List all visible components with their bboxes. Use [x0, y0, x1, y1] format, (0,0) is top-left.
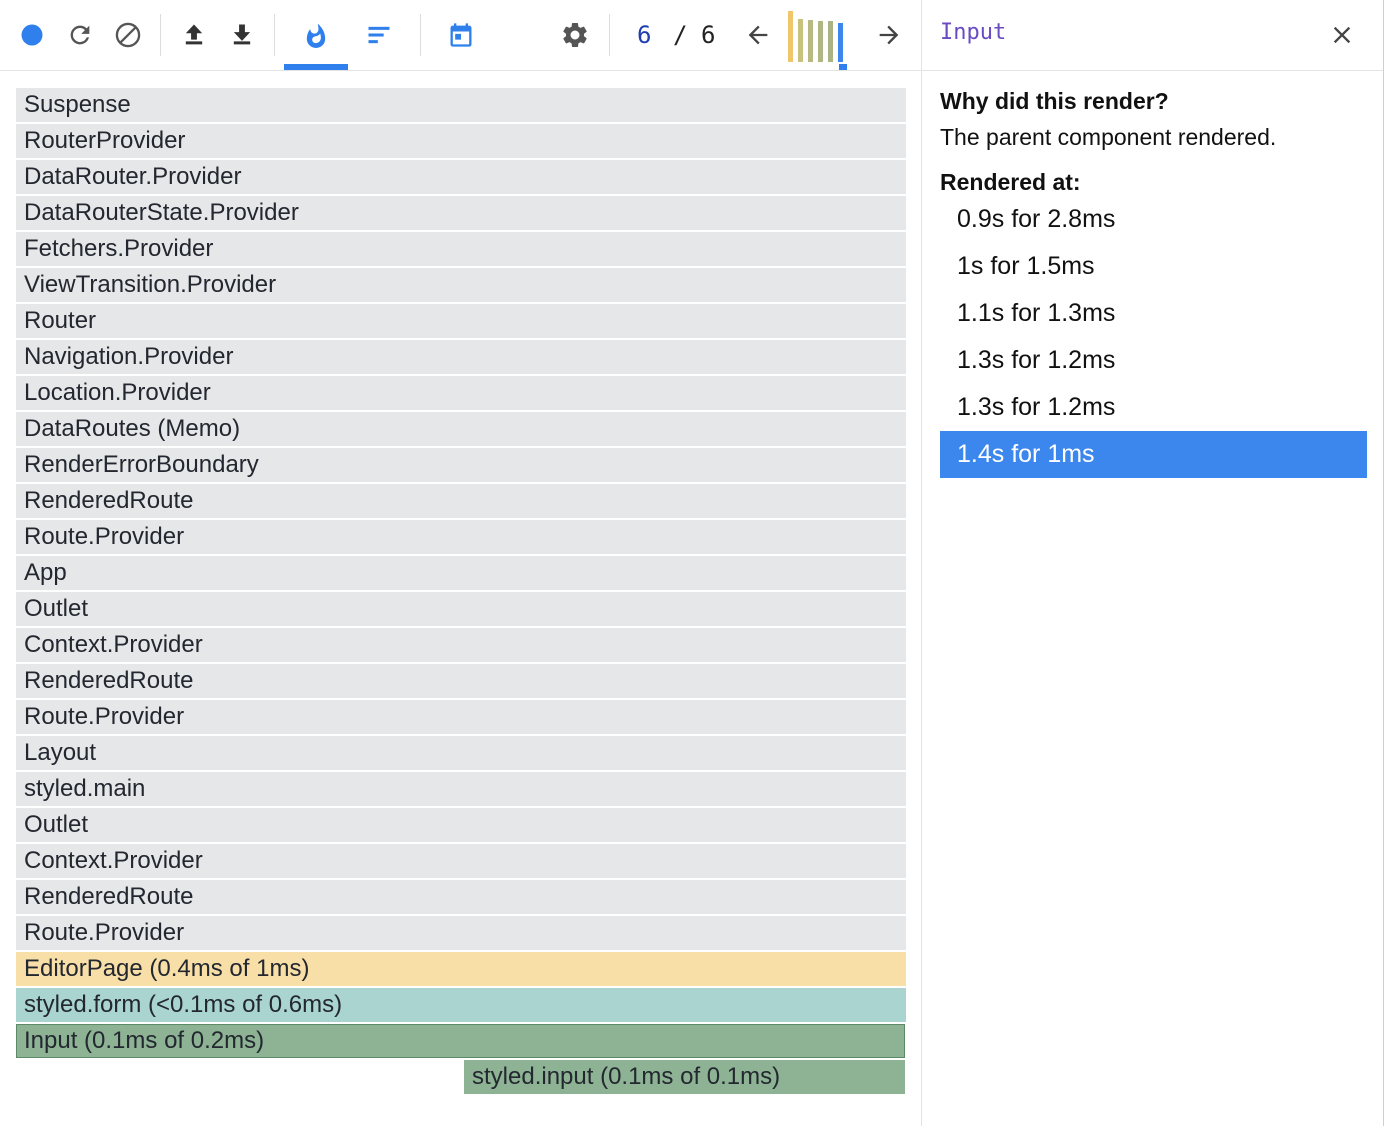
close-details-button[interactable]	[1322, 15, 1362, 55]
timeline-tab-icon	[450, 23, 472, 47]
rendered-at-heading: Rendered at:	[940, 169, 1081, 195]
flamegraph-node[interactable]: DataRoutes (Memo)	[16, 412, 906, 446]
render-commit-item[interactable]: 1.3s for 1.2ms	[940, 384, 1367, 431]
commit-current-index: 6	[637, 21, 652, 49]
flamegraph-node[interactable]: RouterProvider	[16, 124, 906, 158]
toolbar-separator	[160, 14, 161, 56]
render-commit-item[interactable]: 0.9s for 2.8ms	[940, 196, 1367, 243]
commit-bar[interactable]	[788, 11, 793, 62]
flamegraph-node[interactable]: Context.Provider	[16, 628, 906, 662]
render-commit-item[interactable]: 1.3s for 1.2ms	[940, 337, 1367, 384]
clear-profile-button[interactable]	[107, 14, 149, 56]
flamegraph-node[interactable]: Input (0.1ms of 0.2ms)	[16, 1024, 905, 1058]
selected-commit-indicator	[839, 64, 847, 70]
reload-and-profile-icon	[70, 25, 90, 45]
render-commit-item[interactable]: 1.1s for 1.3ms	[940, 290, 1367, 337]
flamegraph-node[interactable]: Route.Provider	[16, 700, 906, 734]
selected-component-name: Input	[940, 20, 1007, 45]
flamegraph-node[interactable]: styled.form (<0.1ms of 0.6ms)	[16, 988, 906, 1022]
why-render-reason: The parent component rendered.	[940, 124, 1277, 150]
clear-icon	[115, 22, 141, 48]
reload-and-profile-button[interactable]	[59, 14, 101, 56]
flamegraph-node[interactable]: Suspense	[16, 88, 906, 122]
previous-commit-button[interactable]	[737, 14, 779, 56]
ranked-tab-icon	[368, 26, 390, 44]
commit-selector[interactable]	[788, 8, 850, 62]
flamegraph-node[interactable]: RenderErrorBoundary	[16, 448, 906, 482]
toolbar-separator	[420, 14, 421, 56]
flamegraph-node[interactable]: Layout	[16, 736, 906, 770]
flamegraph-tab-icon	[306, 23, 326, 48]
toolbar-separator	[274, 14, 275, 56]
previous-commit-icon	[748, 25, 768, 45]
close-icon	[1333, 26, 1351, 44]
render-commit-item[interactable]: 1s for 1.5ms	[940, 243, 1367, 290]
flamegraph-node[interactable]: Route.Provider	[16, 520, 906, 554]
record-button[interactable]	[11, 14, 53, 56]
tab-timeline[interactable]	[440, 14, 482, 56]
commit-total: 6	[701, 21, 716, 49]
flamegraph-node[interactable]: DataRouter.Provider	[16, 160, 906, 194]
flamegraph-chart: Suspense RouterProvider DataRouter.Provide…	[16, 88, 906, 1098]
save-profile-icon	[233, 24, 251, 45]
flamegraph-node[interactable]: Fetchers.Provider	[16, 232, 906, 266]
flamegraph-node[interactable]: Outlet	[16, 808, 906, 842]
flamegraph-node[interactable]: styled.main	[16, 772, 906, 806]
flamegraph-node[interactable]: Route.Provider	[16, 916, 906, 950]
component-details-panel: Input Why did this render? The parent co…	[921, 0, 1384, 1126]
flamegraph-node[interactable]: EditorPage (0.4ms of 1ms)	[16, 952, 906, 986]
settings-button[interactable]	[554, 14, 596, 56]
flamegraph-node[interactable]: Location.Provider	[16, 376, 906, 410]
toolbar-separator	[609, 14, 610, 56]
tab-ranked[interactable]	[358, 14, 400, 56]
load-profile-icon	[185, 24, 203, 45]
active-tab-indicator	[284, 64, 348, 70]
why-render-heading: Why did this render?	[940, 88, 1169, 114]
tab-flamegraph[interactable]	[295, 14, 337, 56]
flamegraph-node[interactable]: DataRouterState.Provider	[16, 196, 906, 230]
commit-bar[interactable]	[818, 21, 823, 62]
flamegraph-node[interactable]: RenderedRoute	[16, 484, 906, 518]
next-commit-icon	[879, 25, 899, 45]
flamegraph-node[interactable]: Context.Provider	[16, 844, 906, 878]
flamegraph-node[interactable]: RenderedRoute	[16, 664, 906, 698]
next-commit-button[interactable]	[868, 14, 910, 56]
details-header: Input	[922, 0, 1384, 71]
flamegraph-node[interactable]: Navigation.Provider	[16, 340, 906, 374]
load-profile-button[interactable]	[173, 14, 215, 56]
render-commit-item[interactable]: 1.4s for 1ms	[940, 431, 1367, 478]
commit-bar[interactable]	[838, 23, 843, 62]
commit-separator: /	[673, 21, 688, 49]
record-icon	[21, 24, 43, 46]
flamegraph-node[interactable]: App	[16, 556, 906, 590]
commit-bar[interactable]	[828, 21, 833, 62]
commit-bar[interactable]	[798, 19, 803, 62]
flamegraph-node[interactable]: styled.input (0.1ms of 0.1ms)	[464, 1060, 905, 1094]
settings-icon	[563, 22, 587, 47]
rendered-at-list: 0.9s for 2.8ms 1s for 1.5ms 1.1s for 1.3ms…	[940, 196, 1367, 478]
flamegraph-node[interactable]: ViewTransition.Provider	[16, 268, 906, 302]
profiler-toolbar: 6 / 6	[0, 0, 921, 71]
commit-bar[interactable]	[808, 20, 813, 62]
flamegraph-node[interactable]: RenderedRoute	[16, 880, 906, 914]
flamegraph-node[interactable]: Router	[16, 304, 906, 338]
save-profile-button[interactable]	[221, 14, 263, 56]
flamegraph-node[interactable]: Outlet	[16, 592, 906, 626]
profiler-main-panel: 6 / 6 Suspense RouterProvider DataRouter.P…	[0, 0, 921, 1126]
